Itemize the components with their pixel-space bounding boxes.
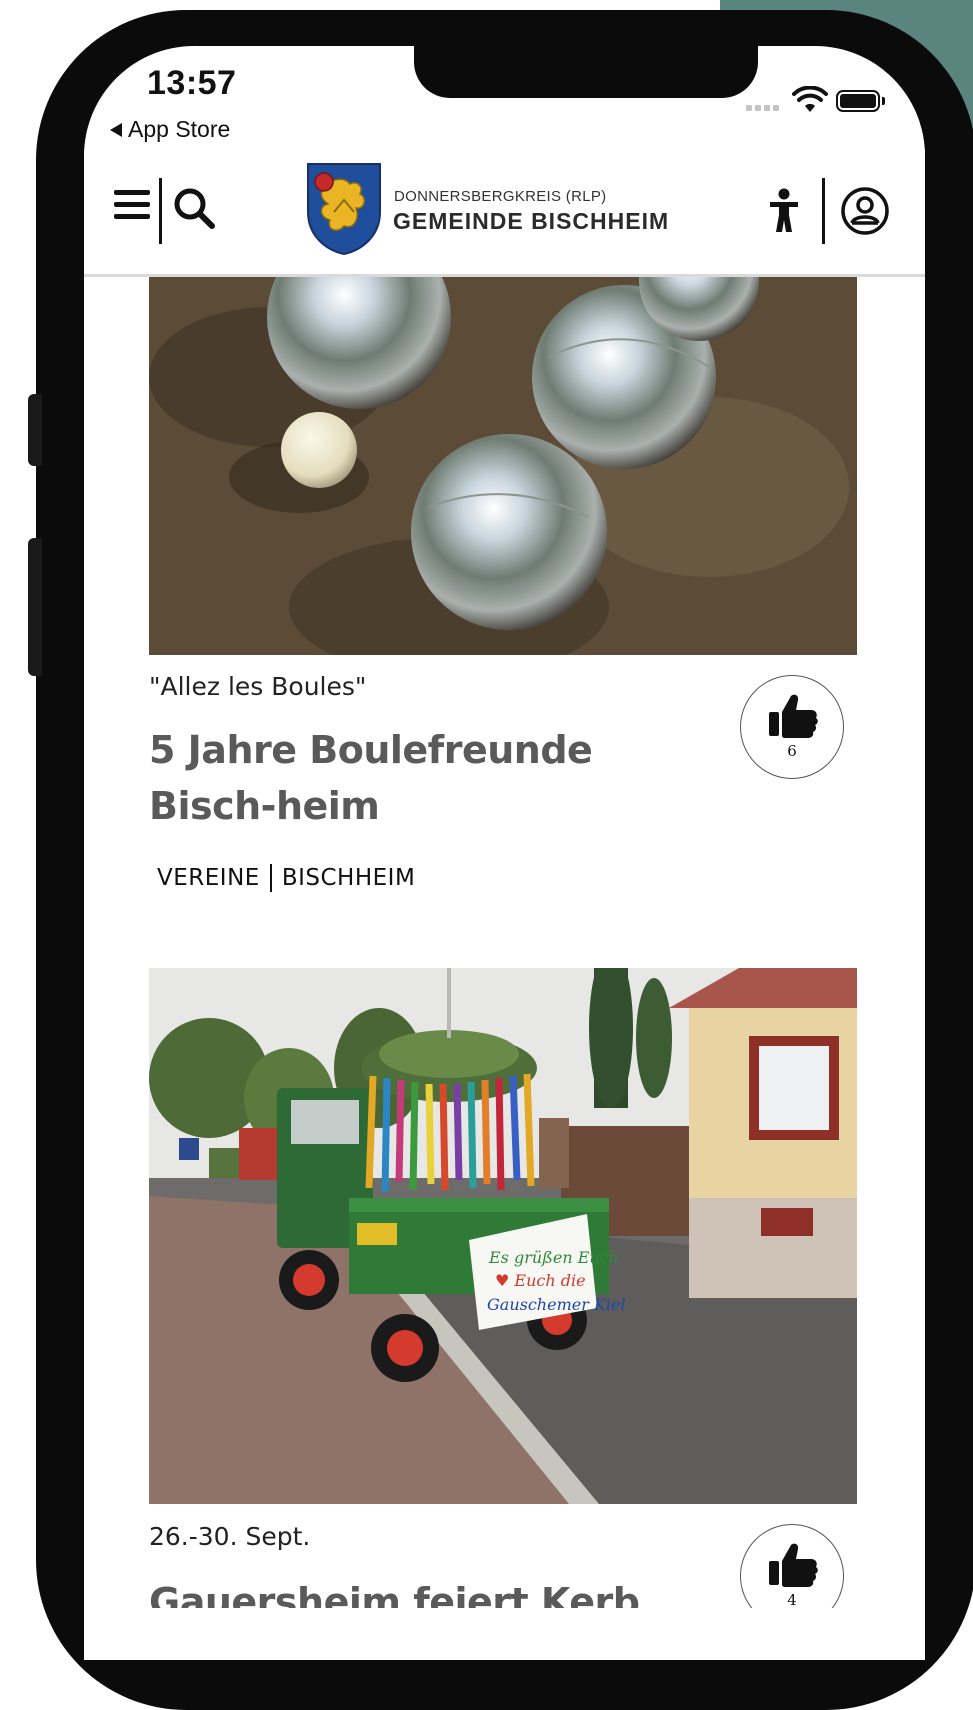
header-divider-right	[822, 178, 825, 244]
svg-text:Es grüßen Euch: Es grüßen Euch	[488, 1248, 619, 1267]
like-count: 4	[787, 1591, 797, 1609]
coat-of-arms-logo[interactable]	[304, 160, 384, 256]
article-image-kerb-tractor[interactable]: Es grüßen Euch ♥ Euch die Gauschemer Kie…	[149, 968, 857, 1504]
article-kicker: 26.-30. Sept.	[149, 1522, 311, 1551]
like-count: 6	[787, 742, 797, 760]
back-label: App Store	[128, 116, 231, 142]
article-image-boules[interactable]	[149, 277, 857, 655]
thumbs-up-icon	[769, 1543, 818, 1587]
battery-tip	[882, 97, 885, 105]
brand-subtitle: DONNERSBERGKREIS (RLP)	[394, 188, 607, 205]
wifi-icon	[792, 86, 828, 112]
header-divider	[159, 178, 162, 244]
back-to-app-store[interactable]: App Store	[110, 116, 230, 143]
screen-bottom-edge	[84, 1608, 925, 1637]
search-icon[interactable]	[172, 186, 216, 230]
menu-icon[interactable]	[114, 190, 150, 220]
volume-up-button	[28, 394, 42, 466]
article-kicker: "Allez les Boules"	[149, 672, 367, 701]
brand-title[interactable]: GEMEINDE BISCHHEIM	[393, 208, 669, 235]
battery-icon	[836, 90, 880, 112]
tag-vereine[interactable]: VEREINE	[157, 865, 260, 891]
svg-text:♥ Euch die: ♥ Euch die	[495, 1271, 586, 1290]
user-account-icon[interactable]	[840, 186, 890, 236]
tag-bischheim[interactable]: BISCHHEIM	[282, 865, 415, 891]
status-time: 13:57	[147, 64, 237, 102]
cellular-signal-icon	[746, 105, 779, 111]
svg-text:Gauschemer Kiel: Gauschemer Kiel	[487, 1295, 626, 1314]
back-arrow-icon	[110, 122, 122, 137]
like-button[interactable]: 6	[740, 675, 844, 779]
tag-separator	[269, 864, 272, 892]
volume-down-button	[28, 538, 42, 676]
article-headline[interactable]: 5 Jahre Boulefreunde Bisch-heim	[149, 722, 689, 834]
notch	[414, 46, 758, 98]
accessibility-icon[interactable]	[768, 188, 800, 234]
thumbs-up-icon	[769, 694, 818, 738]
article-tags: VEREINE BISCHHEIM	[157, 864, 415, 892]
